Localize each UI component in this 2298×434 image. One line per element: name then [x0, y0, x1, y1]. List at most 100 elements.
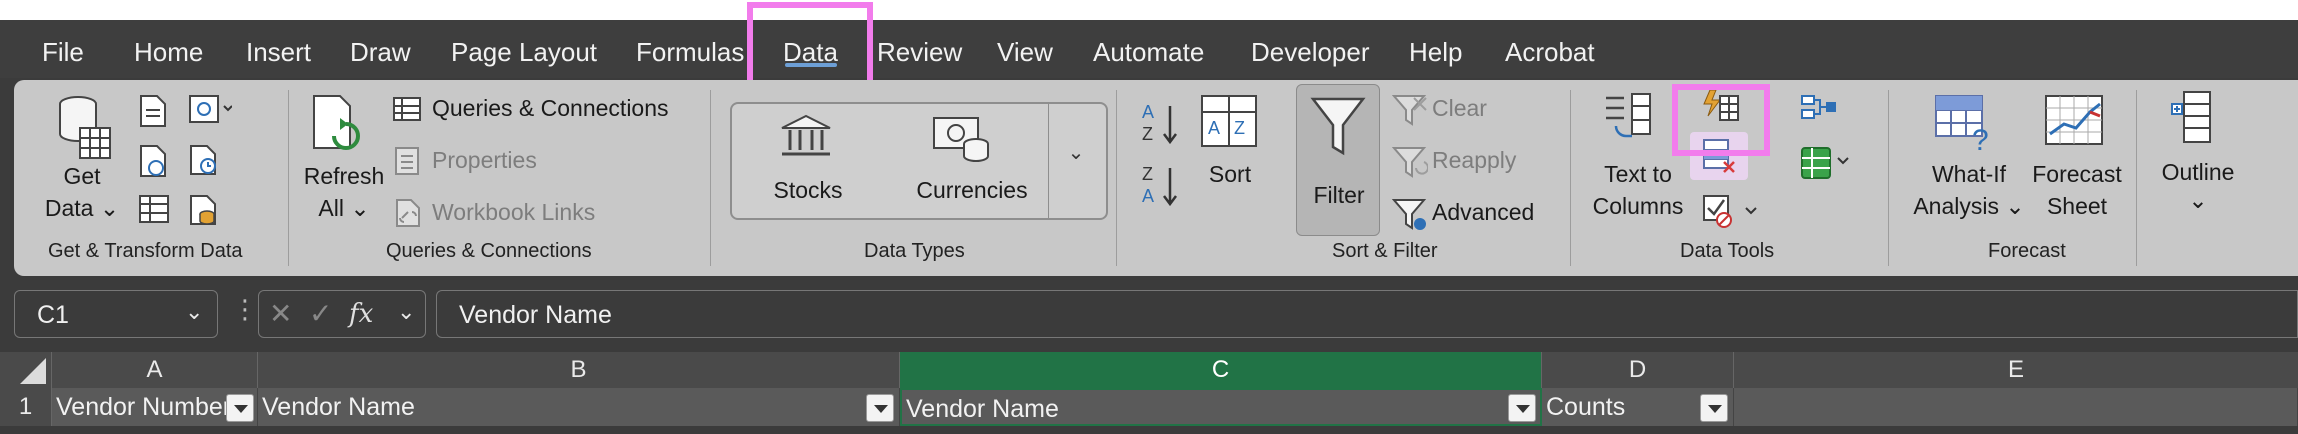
svg-text:Z: Z: [1142, 164, 1153, 184]
ribbon-panel: Get Data ⌄ Get & Transform Data Refresh …: [14, 80, 2298, 276]
column-header-d[interactable]: D: [1542, 352, 1734, 388]
clear-button[interactable]: Clear: [1432, 92, 1487, 124]
advanced-button[interactable]: Advanced: [1432, 196, 1534, 228]
workbook-links-button[interactable]: Workbook Links: [432, 196, 595, 228]
text-to-columns-icon: [1606, 93, 1651, 138]
formula-content: Vendor Name: [459, 301, 612, 329]
cell-c1[interactable]: Vendor Name: [900, 388, 1542, 426]
tab-formulas[interactable]: Formulas: [636, 32, 744, 72]
tab-home[interactable]: Home: [134, 32, 203, 72]
queries-connections-button[interactable]: Queries & Connections: [432, 92, 669, 124]
tab-view[interactable]: View: [997, 32, 1053, 72]
text-to-columns-label-1: Text to: [1604, 161, 1672, 187]
refresh-all-button[interactable]: All ⌄: [294, 192, 394, 224]
tab-insert[interactable]: Insert: [246, 32, 311, 72]
forecast-sheet-label-1: Forecast: [2032, 161, 2122, 187]
column-header-c[interactable]: C: [900, 352, 1542, 388]
column-header-a[interactable]: A: [52, 352, 258, 388]
svg-text:Z: Z: [1142, 124, 1153, 144]
cell-b1[interactable]: Vendor Name: [258, 388, 900, 426]
gallery-divider: [1048, 104, 1049, 218]
queries-connections-icon: [393, 97, 421, 121]
vertical-dots-icon[interactable]: ⋮: [232, 294, 258, 325]
cell-b1-text: Vendor Name: [262, 393, 415, 421]
tab-draw[interactable]: Draw: [350, 32, 411, 72]
stocks-button[interactable]: Stocks: [768, 174, 848, 206]
sort-button[interactable]: Sort: [1194, 158, 1266, 190]
sort-z-to-a-icon[interactable]: Z A: [1140, 162, 1180, 210]
existing-connections-icon[interactable]: [188, 194, 220, 226]
cell-e1[interactable]: [1734, 388, 2298, 426]
tab-file[interactable]: File: [42, 32, 84, 72]
from-picture-icon[interactable]: [188, 94, 232, 124]
tab-review[interactable]: Review: [877, 32, 962, 72]
what-if-analysis-icon: ?: [1935, 95, 1989, 154]
what-if-label-2: Analysis: [1913, 193, 1999, 219]
cell-d1-text: Counts: [1546, 393, 1626, 421]
filter-dropdown-a[interactable]: [226, 394, 254, 422]
data-types-gallery: Stocks Currencies ⌄: [730, 102, 1108, 220]
window-top-strip: [0, 0, 2298, 20]
ribbon-separator: [1116, 90, 1117, 266]
formula-expand-icon[interactable]: ⌄: [397, 299, 415, 325]
tab-page-layout[interactable]: Page Layout: [451, 32, 597, 72]
recent-sources-icon[interactable]: [188, 144, 220, 176]
what-if-analysis-button[interactable]: Analysis ⌄: [1904, 190, 2034, 222]
svg-text:Z: Z: [1234, 118, 1245, 138]
get-data-label-1: Get: [63, 163, 101, 189]
clear-filter-icon: [1392, 95, 1427, 126]
formula-buttons: ✕ ✓ fx ⌄: [258, 290, 426, 338]
filter-label: Filter: [1313, 182, 1365, 208]
ribbon-separator: [288, 90, 289, 266]
reapply-button[interactable]: Reapply: [1432, 144, 1516, 176]
currencies-button[interactable]: Currencies: [912, 174, 1032, 206]
from-text-csv-icon[interactable]: [138, 94, 168, 128]
row-header-1[interactable]: 1: [0, 388, 52, 426]
cancel-icon[interactable]: ✕: [269, 297, 292, 330]
select-all-corner[interactable]: [0, 352, 52, 388]
name-box[interactable]: C1 ⌄: [14, 290, 218, 338]
group-label-data-tools: Data Tools: [1680, 240, 1775, 262]
formula-input[interactable]: Vendor Name: [436, 290, 2298, 338]
consolidate-icon[interactable]: [1800, 94, 1838, 120]
svg-text:A: A: [1142, 102, 1154, 122]
filter-button[interactable]: Filter: [1296, 84, 1380, 236]
text-to-columns-button[interactable]: Columns: [1588, 190, 1688, 222]
refresh-label-1: Refresh: [303, 163, 385, 189]
ribbon-tab-bar: File Home Insert Draw Page Layout Formul…: [0, 20, 2298, 78]
filter-dropdown-c[interactable]: [1508, 394, 1536, 422]
data-model-icon[interactable]: [1798, 142, 1852, 182]
get-data-label-2: Data: [44, 195, 94, 221]
ribbon-separator: [1570, 90, 1571, 266]
group-label-forecast: Forecast: [1988, 240, 2066, 262]
gallery-expand-icon[interactable]: ⌄: [1054, 140, 1098, 180]
funnel-icon: [1310, 97, 1366, 156]
outline-icon: [2171, 91, 2211, 143]
sort-a-to-z-icon[interactable]: A Z: [1140, 100, 1180, 148]
filter-dropdown-d[interactable]: [1700, 394, 1728, 422]
get-data-icon[interactable]: [54, 94, 114, 164]
tab-help[interactable]: Help: [1409, 32, 1462, 72]
cell-c1-text: Vendor Name: [906, 395, 1059, 423]
properties-button[interactable]: Properties: [432, 144, 537, 176]
tab-acrobat[interactable]: Acrobat: [1505, 32, 1595, 72]
forecast-sheet-button[interactable]: Sheet: [2032, 190, 2122, 222]
enter-check-icon[interactable]: ✓: [309, 297, 332, 330]
tab-developer[interactable]: Developer: [1251, 32, 1370, 72]
svg-text:?: ?: [1972, 124, 1989, 154]
refresh-all-icon[interactable]: [310, 94, 368, 158]
insert-function-icon[interactable]: fx: [349, 299, 373, 329]
stocks-bank-icon: [781, 114, 831, 156]
column-header-b[interactable]: B: [258, 352, 900, 388]
filter-dropdown-b[interactable]: [866, 394, 894, 422]
get-data-button[interactable]: Data ⌄: [44, 192, 120, 224]
table-row: 1 Vendor Number Vendor Name Vendor Name …: [0, 388, 2298, 426]
outline-chevron-icon: ⌄: [2188, 187, 2208, 213]
column-header-e[interactable]: E: [1734, 352, 2298, 388]
name-box-dropdown-icon[interactable]: ⌄: [185, 299, 203, 325]
data-validation-icon[interactable]: [1702, 192, 1762, 230]
from-web-icon[interactable]: [138, 144, 168, 178]
group-label-queries: Queries & Connections: [386, 240, 592, 262]
tab-automate[interactable]: Automate: [1093, 32, 1204, 72]
from-table-range-icon[interactable]: [138, 194, 170, 224]
